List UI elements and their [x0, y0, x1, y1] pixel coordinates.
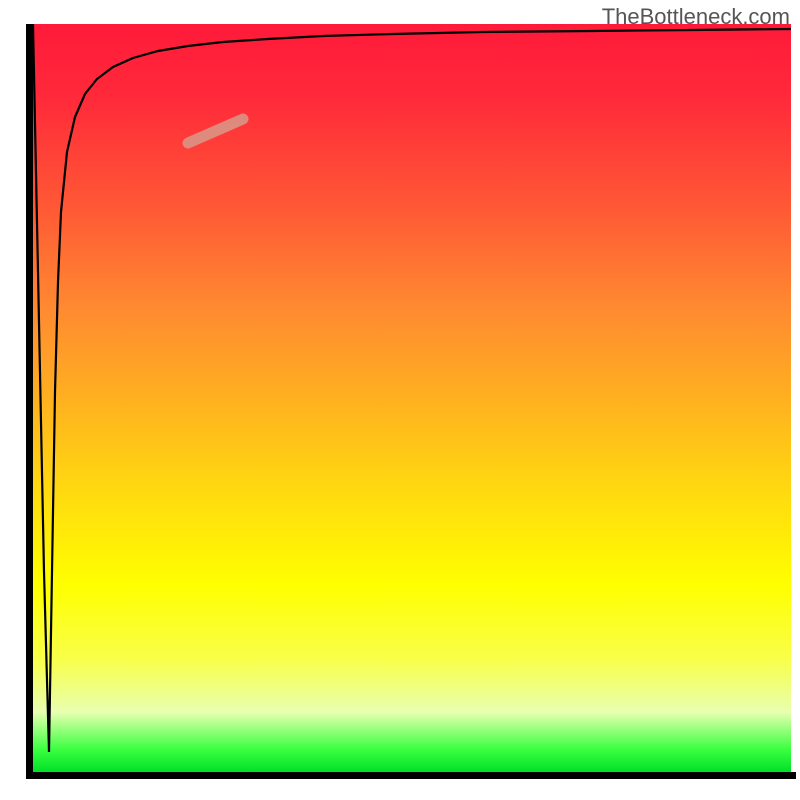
y-axis — [26, 24, 33, 778]
x-axis — [26, 772, 796, 779]
bottleneck-curve — [33, 24, 791, 752]
watermark-text: TheBottleneck.com — [602, 4, 790, 30]
curve-highlight-segment — [188, 119, 243, 143]
chart-svg — [33, 24, 791, 772]
